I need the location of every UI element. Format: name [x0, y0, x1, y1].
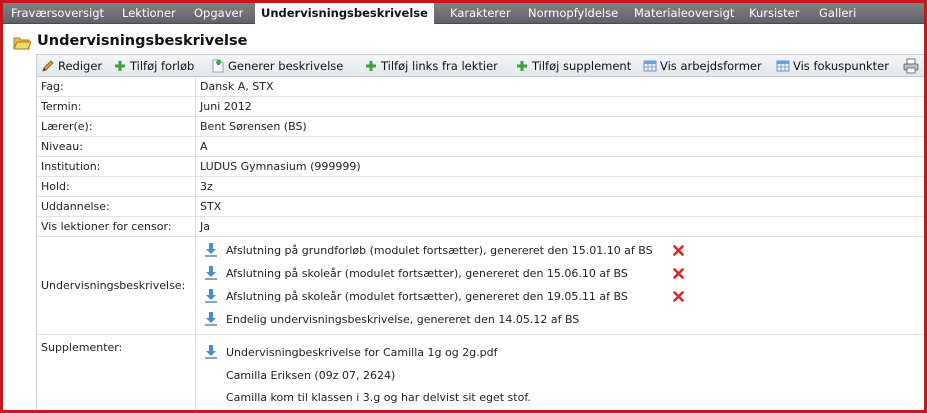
tab-materialeoversigt[interactable]: Materialeoversigt: [628, 3, 740, 24]
field-label: Uddannelse:: [41, 200, 110, 213]
show-work-forms-label: Vis arbejdsformer: [660, 59, 762, 73]
descriptions-label: Undervisningsbeskrivelse:: [41, 279, 186, 292]
field-label: Fag:: [41, 80, 64, 93]
download-icon[interactable]: [204, 242, 218, 258]
description-link[interactable]: Afslutning på skoleår (modulet fortsætte…: [226, 290, 628, 303]
delete-icon[interactable]: [673, 291, 684, 302]
download-icon[interactable]: [204, 288, 218, 304]
app-window: Fraværsoversigt Lektioner Opgaver Underv…: [0, 0, 927, 413]
field-value: LUDUS Gymnasium (999999): [200, 160, 361, 173]
field-row-fag: Fag: Dansk A, STX: [37, 77, 924, 97]
field-row-uddannelse: Uddannelse: STX: [37, 197, 924, 217]
tab-opgaver[interactable]: Opgaver: [188, 3, 249, 24]
field-label: Lærer(e):: [41, 120, 93, 133]
field-value: 3z: [200, 180, 213, 193]
generate-document-icon: [212, 59, 224, 73]
field-label: Vis lektioner for censor:: [41, 220, 172, 233]
table-icon: [776, 60, 790, 72]
description-link[interactable]: Afslutning på skoleår (modulet fortsætte…: [226, 267, 628, 280]
delete-icon[interactable]: [673, 245, 684, 256]
tab-karakterer[interactable]: Karakterer: [444, 3, 517, 24]
field-row-hold: Hold: 3z: [37, 177, 924, 197]
field-row-laerer: Lærer(e): Bent Sørensen (BS): [37, 117, 924, 137]
field-value: Dansk A, STX: [200, 80, 274, 93]
supplements-row: Supplementer: Undervisningbeskrivelse fo…: [37, 335, 924, 410]
download-icon[interactable]: [204, 344, 218, 360]
field-label: Termin:: [41, 100, 82, 113]
field-label: Niveau:: [41, 140, 83, 153]
field-value: Bent Sørensen (BS): [200, 120, 307, 133]
field-value: Ja: [200, 220, 210, 233]
toolbar: Rediger Tilføj forløb Generer beskrivels…: [37, 55, 924, 77]
tab-undervisningsbeskrivelse[interactable]: Undervisningsbeskrivelse: [255, 3, 434, 25]
generate-description-label: Generer beskrivelse: [228, 59, 344, 73]
field-value: A: [200, 140, 208, 153]
show-focus-points-label: Vis fokuspunkter: [793, 59, 889, 73]
tab-galleri[interactable]: Galleri: [813, 3, 862, 24]
description-link[interactable]: Afslutning på grundforløb (modulet forts…: [226, 244, 653, 257]
folder-icon: [13, 37, 31, 50]
plus-icon: [366, 61, 376, 71]
field-row-institution: Institution: LUDUS Gymnasium (999999): [37, 157, 924, 177]
download-icon[interactable]: [204, 311, 218, 327]
pencil-icon: [42, 60, 54, 72]
tab-bar: Fraværsoversigt Lektioner Opgaver Underv…: [3, 3, 924, 25]
add-course-label: Tilføj forløb: [130, 59, 195, 73]
add-supplement-label: Tilføj supplement: [532, 59, 632, 73]
tab-kursister[interactable]: Kursister: [743, 3, 805, 24]
descriptions-row: Undervisningsbeskrivelse: Afslutning på …: [37, 237, 924, 335]
download-icon[interactable]: [204, 265, 218, 281]
field-row-termin: Termin: Juni 2012: [37, 97, 924, 117]
supplement-student: Camilla Eriksen (09z 07, 2624): [226, 369, 396, 382]
supplements-label: Supplementer:: [41, 341, 123, 354]
field-value: Juni 2012: [200, 100, 252, 113]
page-title: Undervisningsbeskrivelse: [37, 33, 248, 49]
printer-icon: [903, 58, 919, 74]
content-panel: Rediger Tilføj forløb Generer beskrivels…: [36, 54, 924, 410]
tab-lektioner[interactable]: Lektioner: [116, 3, 182, 24]
field-row-niveau: Niveau: A: [37, 137, 924, 157]
plus-icon: [517, 61, 527, 71]
supplement-note: Camilla kom til klassen i 3.g og har del…: [226, 391, 531, 404]
tab-fravaersoversigt[interactable]: Fraværsoversigt: [5, 3, 110, 24]
description-link[interactable]: Endelig undervisningsbeskrivelse, genere…: [226, 313, 579, 326]
edit-button-label: Rediger: [58, 59, 103, 73]
plus-icon: [115, 61, 125, 71]
add-links-label: Tilføj links fra lektier: [381, 59, 498, 73]
field-label: Hold:: [41, 180, 70, 193]
supplement-file-link[interactable]: Undervisningbeskrivelse for Camilla 1g o…: [226, 346, 498, 359]
tab-normopfyldelse[interactable]: Normopfyldelse: [522, 3, 624, 24]
field-value: STX: [200, 200, 222, 213]
delete-icon[interactable]: [673, 268, 684, 279]
field-label: Institution:: [41, 160, 101, 173]
table-icon: [643, 60, 657, 72]
field-row-vis-lektioner: Vis lektioner for censor: Ja: [37, 217, 924, 237]
